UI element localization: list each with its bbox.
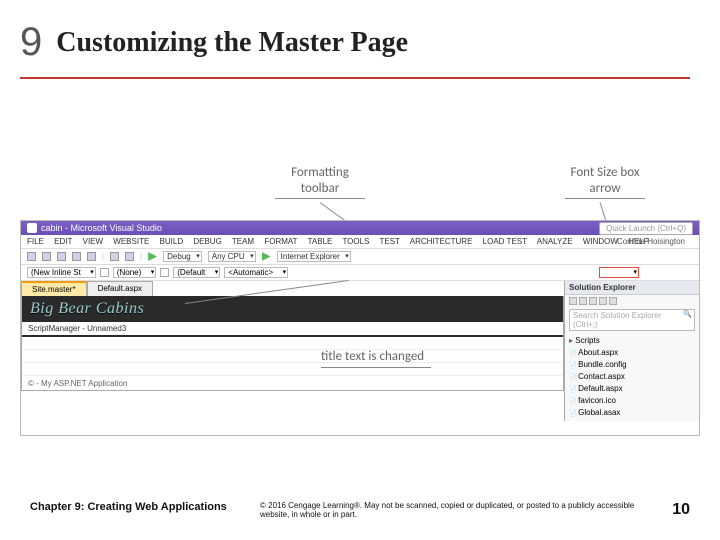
slide-title: Customizing the Master Page	[56, 27, 408, 59]
menu-build[interactable]: BUILD	[160, 237, 184, 246]
tree-node-scripts[interactable]: Scripts	[569, 335, 695, 347]
tree-file-favicon[interactable]: favicon.ico	[569, 395, 695, 407]
font-auto-dropdown[interactable]: <Automatic>	[224, 267, 288, 278]
menu-window[interactable]: WINDOW	[583, 237, 618, 246]
menu-team[interactable]: TEAM	[232, 237, 254, 246]
menu-website[interactable]: WEBSITE	[113, 237, 149, 246]
style-dropdown[interactable]: (New Inline St	[27, 267, 96, 278]
menu-architecture[interactable]: ARCHITECTURE	[410, 237, 473, 246]
callout-fontsize-label: Font Size box arrow	[571, 165, 640, 196]
menu-tools[interactable]: TOOLS	[342, 237, 369, 246]
menu-analyze[interactable]: ANALYZE	[537, 237, 573, 246]
designer-surface[interactable]: Big Bear Cabins ScriptManager - Unnamed3…	[21, 296, 564, 391]
refresh-icon[interactable]	[579, 297, 587, 305]
solution-explorer-search[interactable]: Search Solution Explorer (Ctrl+;)	[569, 309, 695, 331]
page-number: 10	[660, 501, 690, 519]
bold-icon[interactable]	[160, 268, 169, 277]
font-size-box-arrow[interactable]	[599, 267, 639, 278]
menu-edit[interactable]: EDIT	[54, 237, 72, 246]
solution-explorer-title: Solution Explorer	[565, 281, 699, 295]
callout-underline	[565, 198, 645, 199]
save-icon[interactable]	[72, 252, 81, 261]
vs-window-title: cabin - Microsoft Visual Studio	[41, 223, 162, 233]
chapter-number: 9	[20, 20, 42, 65]
menu-debug[interactable]: DEBUG	[193, 237, 221, 246]
apply-style-icon[interactable]	[100, 268, 109, 277]
callout-title-changed: title text is changed	[321, 349, 431, 368]
page-footer-text: © - My ASP.NET Application	[22, 377, 563, 390]
quick-launch-box[interactable]: Quick Launch (Ctrl+Q)	[599, 222, 693, 235]
vs-standard-toolbar[interactable]: | | Debug Any CPU Internet Explorer	[21, 249, 699, 265]
config-dropdown[interactable]: Debug	[163, 251, 202, 262]
cpu-dropdown[interactable]: Any CPU	[208, 251, 256, 262]
rule-dropdown[interactable]: (None)	[113, 267, 156, 278]
show-all-icon[interactable]	[599, 297, 607, 305]
menu-test[interactable]: TEST	[380, 237, 400, 246]
run-icon[interactable]	[262, 252, 271, 261]
collapse-icon[interactable]	[589, 297, 597, 305]
callout-fontsize-arrow: Font Size box arrow	[565, 165, 645, 199]
start-debug-icon[interactable]	[148, 252, 157, 261]
home-icon[interactable]	[569, 297, 577, 305]
vs-formatting-toolbar[interactable]: (New Inline St (None) (Default <Automati…	[21, 265, 699, 281]
menu-view[interactable]: VIEW	[83, 237, 103, 246]
solution-explorer-tree[interactable]: Scripts About.aspx Bundle.config Contact…	[565, 333, 699, 421]
tree-file-bundle[interactable]: Bundle.config	[569, 359, 695, 371]
properties-icon[interactable]	[609, 297, 617, 305]
content-placeholder[interactable]	[22, 337, 563, 377]
tree-file-about[interactable]: About.aspx	[569, 347, 695, 359]
menu-table[interactable]: TABLE	[308, 237, 333, 246]
tab-default-aspx[interactable]: Default.aspx	[87, 281, 153, 296]
callout-underline	[275, 198, 365, 199]
header-divider	[20, 77, 690, 79]
signed-in-user: Corinne Hoisington	[617, 237, 685, 246]
tree-file-default[interactable]: Default.aspx	[569, 383, 695, 395]
callout-title-changed-label: title text is changed	[321, 349, 424, 364]
editor-pane: Site.master* Default.aspx Big Bear Cabin…	[21, 281, 564, 421]
toolbar-separator: |	[102, 252, 104, 261]
script-manager-control[interactable]: ScriptManager - Unnamed3	[22, 322, 563, 337]
browser-dropdown[interactable]: Internet Explorer	[277, 251, 351, 262]
font-family-dropdown[interactable]: (Default	[173, 267, 220, 278]
menu-loadtest[interactable]: LOAD TEST	[483, 237, 527, 246]
editor-area: Site.master* Default.aspx Big Bear Cabin…	[21, 281, 699, 421]
nav-back-icon[interactable]	[27, 252, 36, 261]
chapter-label: Chapter 9: Creating Web Applications	[30, 501, 260, 513]
tree-file-contact[interactable]: Contact.aspx	[569, 371, 695, 383]
callout-formatting-label: Formatting toolbar	[291, 165, 349, 196]
solution-explorer-toolbar[interactable]	[565, 295, 699, 307]
toolbar-separator: |	[140, 252, 142, 261]
nav-forward-icon[interactable]	[42, 252, 51, 261]
solution-explorer-panel[interactable]: Solution Explorer Search Solution Explor…	[564, 281, 699, 421]
menu-file[interactable]: FILE	[27, 237, 44, 246]
copyright-text: © 2016 Cengage Learning®. May not be sca…	[260, 501, 660, 520]
callout-underline	[321, 367, 431, 368]
vs-menu-bar[interactable]: FILE EDIT VIEW WEBSITE BUILD DEBUG TEAM …	[21, 235, 699, 249]
callout-formatting-toolbar: Formatting toolbar	[275, 165, 365, 199]
redo-icon[interactable]	[125, 252, 134, 261]
open-file-icon[interactable]	[57, 252, 66, 261]
slide-footer: Chapter 9: Creating Web Applications © 2…	[30, 501, 690, 520]
vs-title-bar: cabin - Microsoft Visual Studio Quick La…	[21, 221, 699, 235]
tree-file-global[interactable]: Global.asax	[569, 407, 695, 419]
menu-format[interactable]: FORMAT	[264, 237, 297, 246]
page-banner-title[interactable]: Big Bear Cabins	[22, 296, 563, 322]
visual-studio-screenshot: cabin - Microsoft Visual Studio Quick La…	[20, 220, 700, 436]
vs-logo-icon	[27, 223, 37, 233]
tab-site-master[interactable]: Site.master*	[21, 281, 87, 296]
slide-header: 9 Customizing the Master Page	[0, 0, 720, 73]
undo-icon[interactable]	[110, 252, 119, 261]
save-all-icon[interactable]	[87, 252, 96, 261]
